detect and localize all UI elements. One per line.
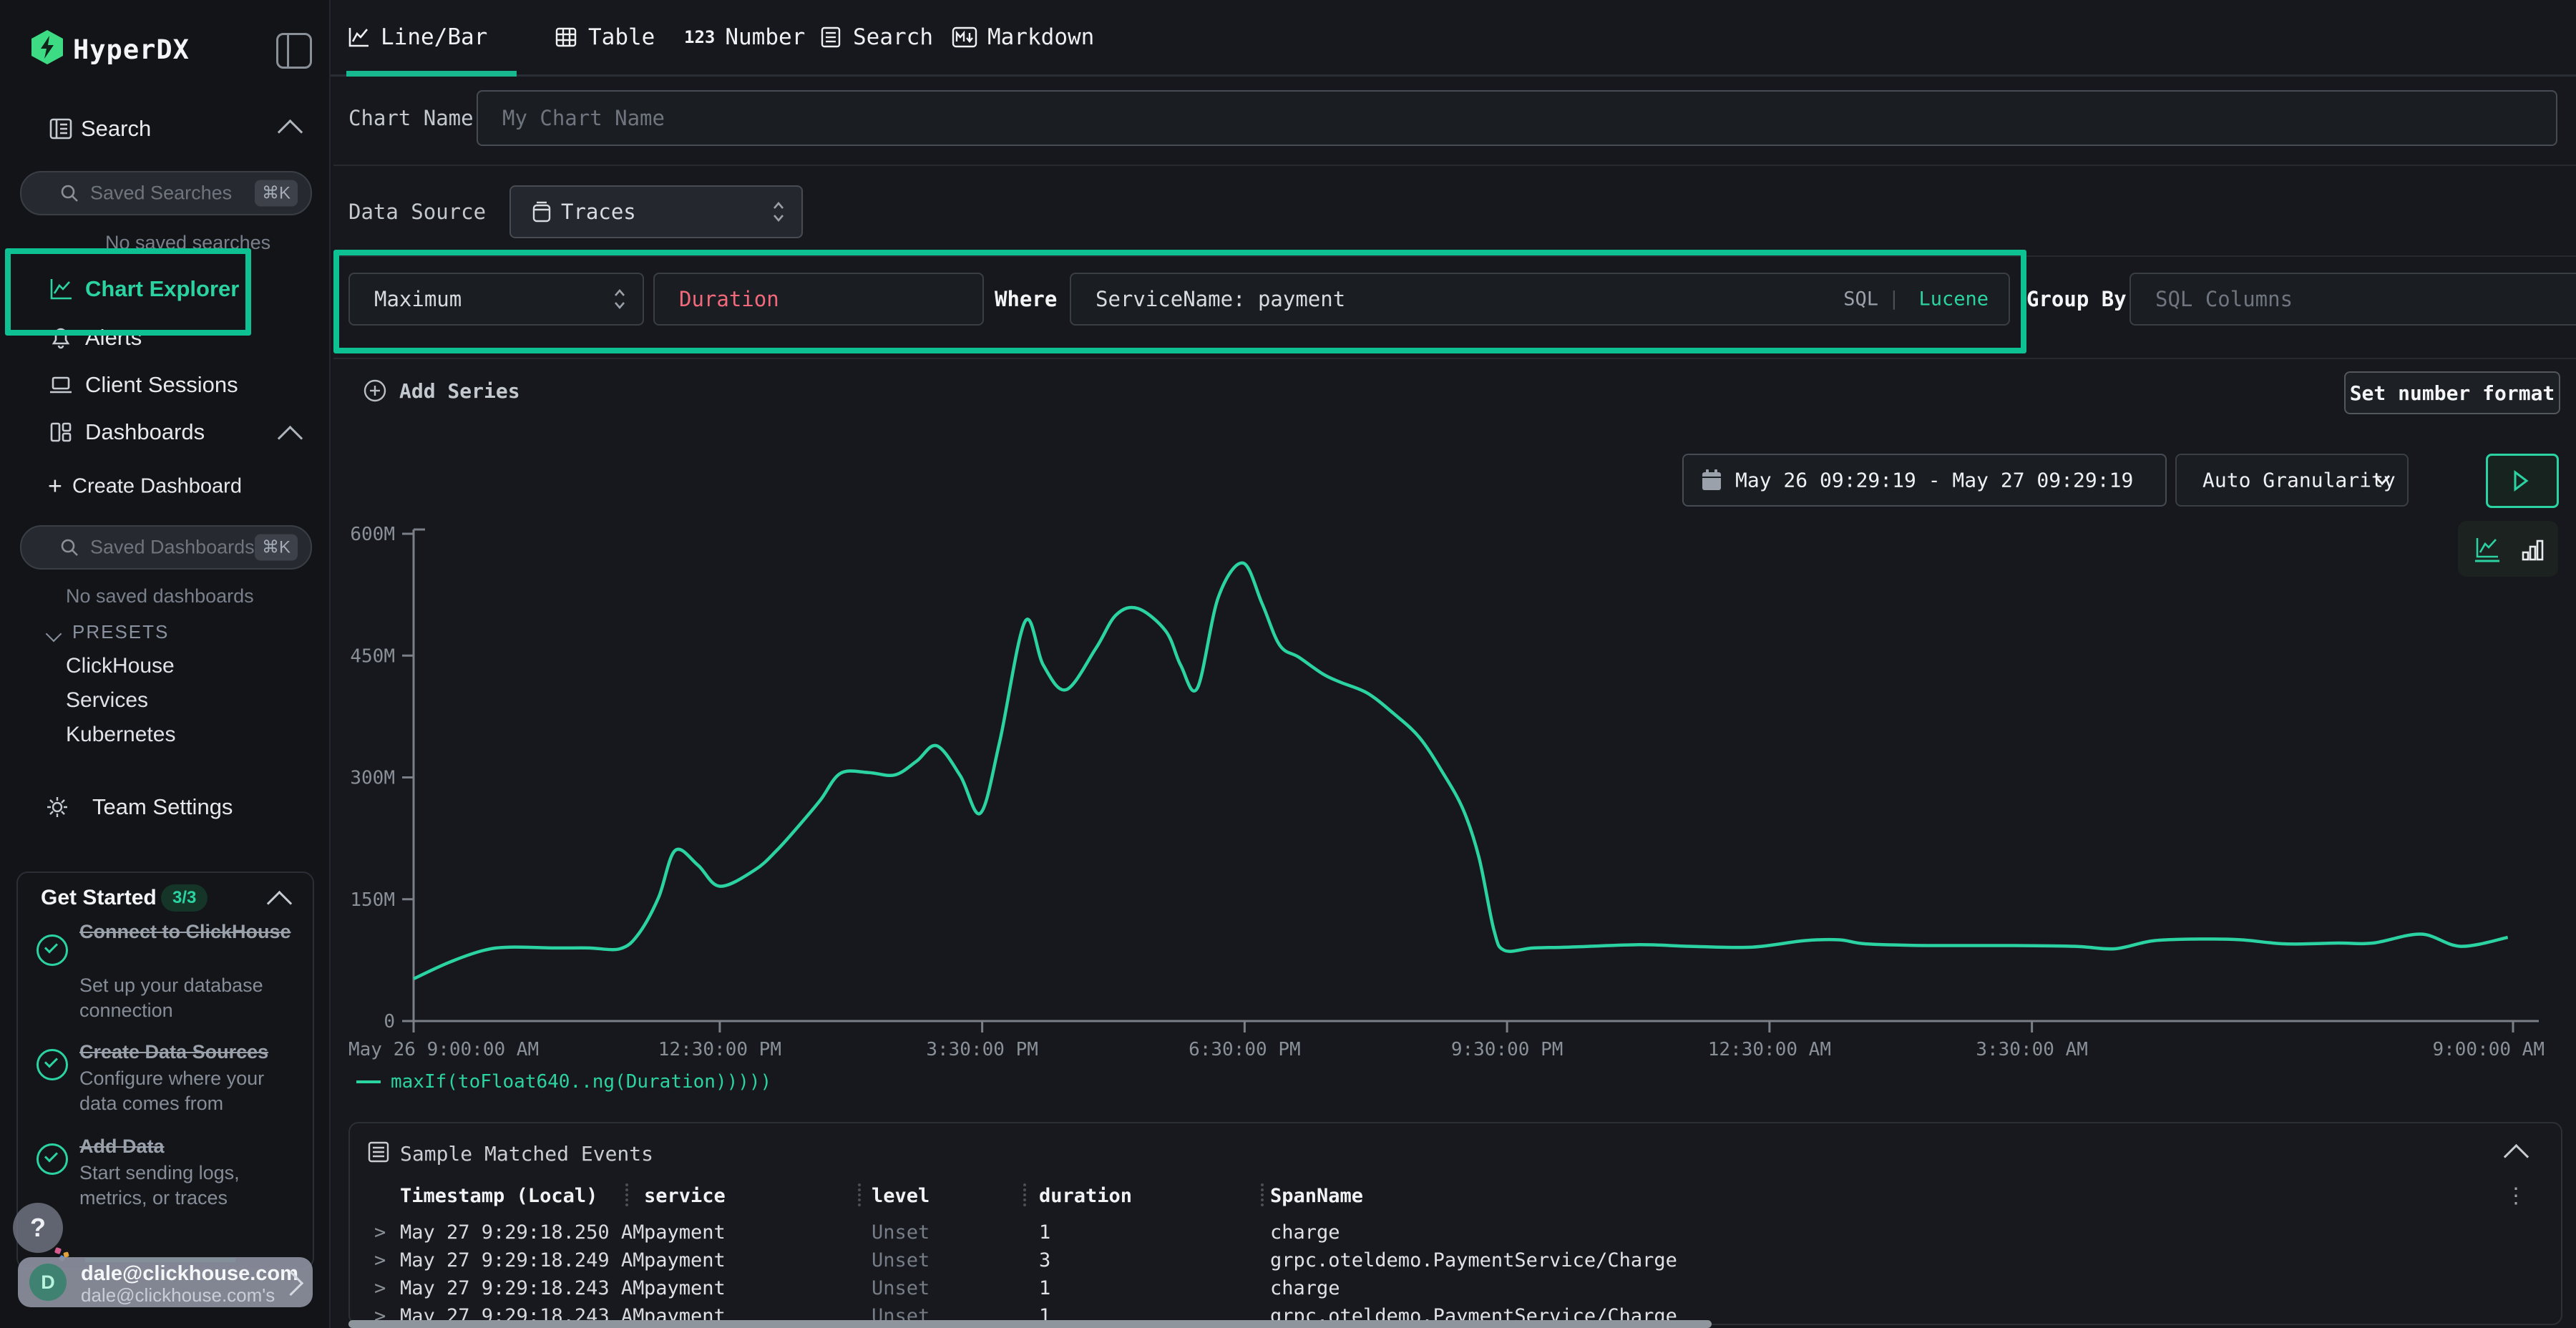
cell-spanname: grpc.oteldemo.PaymentService/Charge <box>1270 1249 1677 1271</box>
list-icon <box>367 1141 390 1163</box>
check-circle-icon <box>36 934 68 966</box>
help-button[interactable]: ? <box>13 1203 63 1253</box>
svg-text:0: 0 <box>384 1011 395 1032</box>
confetti-icon <box>54 1247 62 1254</box>
svg-text:3:30:00 PM: 3:30:00 PM <box>926 1039 1038 1060</box>
svg-text:6:30:00 PM: 6:30:00 PM <box>1189 1039 1301 1060</box>
chevron-up-icon[interactable] <box>267 891 292 916</box>
get-started-panel: Get Started 3/3 Connect to ClickHouse Se… <box>16 872 314 1269</box>
cell-spanname: charge <box>1270 1221 1340 1244</box>
app-title: HyperDX <box>73 34 190 65</box>
kbd-shortcut: ⌘K <box>255 180 298 207</box>
preset-clickhouse[interactable]: ClickHouse <box>66 654 175 678</box>
col-level[interactable]: level <box>872 1185 930 1207</box>
col-spanname[interactable]: SpanName <box>1270 1185 1363 1207</box>
sidebar-collapse-icon[interactable] <box>276 33 312 69</box>
svg-text:9:30:00 PM: 9:30:00 PM <box>1451 1039 1563 1060</box>
chevron-down-icon <box>46 626 62 643</box>
cell-duration: 1 <box>1039 1221 1050 1244</box>
search-icon <box>59 537 80 558</box>
presets-header[interactable]: PRESETS <box>49 621 169 643</box>
svg-text:3:30:00 AM: 3:30:00 AM <box>1976 1039 2088 1060</box>
line-chart[interactable]: 0 150M 300M 450M 600M May 26 9:00:00 AM 12:30:… <box>331 0 2576 1088</box>
col-timestamp[interactable]: Timestamp (Local) <box>400 1185 597 1207</box>
search-section-icon <box>48 116 74 142</box>
column-resize-handle[interactable] <box>858 1183 861 1206</box>
cell-level: Unset <box>872 1277 930 1299</box>
legend-series-name: maxIf(toFloat640..ng(Duration))))) <box>391 1071 771 1093</box>
svg-text:9:00:00 AM: 9:00:00 AM <box>2432 1039 2545 1060</box>
svg-text:450M: 450M <box>350 645 395 667</box>
user-chip[interactable]: D dale@clickhouse.com dale@clickhouse.co… <box>18 1257 313 1307</box>
sidebar-section-search[interactable]: Search <box>0 106 329 152</box>
row-expand-chevron[interactable]: > <box>374 1277 386 1299</box>
legend-line-swatch <box>356 1080 381 1083</box>
cell-timestamp: May 27 9:29:18.249 AM <box>400 1249 644 1271</box>
preset-services[interactable]: Services <box>66 688 148 713</box>
user-email: dale@clickhouse.com <box>81 1262 298 1286</box>
kebab-menu-icon[interactable]: ⋮ <box>2505 1183 2527 1209</box>
get-started-badge: 3/3 <box>161 884 208 912</box>
cell-service: payment <box>644 1249 726 1271</box>
get-started-item[interactable]: Add Data Start sending logs, metrics, or… <box>18 1133 313 1225</box>
sidebar: HyperDX Search Saved Searches ⌘K No save… <box>0 0 331 1328</box>
svg-text:12:30:00 AM: 12:30:00 AM <box>1708 1039 1831 1060</box>
svg-text:600M: 600M <box>350 524 395 545</box>
horizontal-scrollbar[interactable] <box>348 1320 1712 1328</box>
sample-matched-events-panel: Sample Matched Events Timestamp (Local) … <box>348 1122 2562 1325</box>
svg-text:300M: 300M <box>350 768 395 789</box>
sidebar-item-team-settings[interactable]: Team Settings <box>0 786 329 829</box>
row-expand-chevron[interactable]: > <box>374 1221 386 1244</box>
kbd-shortcut: ⌘K <box>255 534 298 561</box>
gear-icon <box>44 794 70 820</box>
chevron-up-icon <box>278 426 303 451</box>
column-resize-handle[interactable] <box>625 1183 628 1206</box>
saved-searches-input[interactable]: Saved Searches ⌘K <box>20 171 312 215</box>
user-subtitle: dale@clickhouse.com's <box>81 1284 275 1307</box>
cell-spanname: charge <box>1270 1277 1340 1299</box>
cell-service: payment <box>644 1277 726 1299</box>
events-title: Sample Matched Events <box>400 1142 653 1166</box>
column-resize-handle[interactable] <box>1261 1183 1264 1206</box>
cell-timestamp: May 27 9:29:18.243 AM <box>400 1277 644 1299</box>
row-expand-chevron[interactable]: > <box>374 1249 386 1271</box>
svg-text:12:30:00 PM: 12:30:00 PM <box>658 1039 781 1060</box>
get-started-item[interactable]: Connect to ClickHouse Set up your databa… <box>18 919 313 1039</box>
collapse-events-icon[interactable] <box>2504 1144 2529 1169</box>
hyperdx-logo-icon <box>31 30 63 64</box>
create-dashboard-button[interactable]: + Create Dashboard <box>0 467 329 507</box>
cell-duration: 3 <box>1039 1249 1050 1271</box>
main-content: Line/Bar Table 123 Number Search <box>331 0 2576 1328</box>
saved-dashboards-input[interactable]: Saved Dashboards ⌘K <box>20 525 312 570</box>
get-started-title: Get Started <box>41 886 157 910</box>
search-icon <box>59 182 80 204</box>
svg-text:May 26 9:00:00 AM: May 26 9:00:00 AM <box>348 1039 539 1060</box>
svg-text:150M: 150M <box>350 889 395 911</box>
col-duration[interactable]: duration <box>1039 1185 1132 1207</box>
check-circle-icon <box>36 1049 68 1080</box>
check-circle-icon <box>36 1143 68 1175</box>
col-service[interactable]: service <box>644 1185 726 1207</box>
sidebar-item-client-sessions[interactable]: Client Sessions <box>0 363 329 406</box>
annotation-box-series-row <box>333 250 2026 353</box>
cell-timestamp: May 27 9:29:18.250 AM <box>400 1221 644 1244</box>
chart-legend: maxIf(toFloat640..ng(Duration))))) <box>356 1071 771 1093</box>
no-saved-dashboards-text: No saved dashboards <box>66 585 254 607</box>
cell-level: Unset <box>872 1249 930 1271</box>
cell-level: Unset <box>872 1221 930 1244</box>
cell-duration: 1 <box>1039 1277 1050 1299</box>
plus-icon: + <box>48 473 62 501</box>
get-started-item[interactable]: Create Data Sources Configure where your… <box>18 1039 313 1131</box>
chevron-up-icon <box>278 119 303 145</box>
sidebar-item-dashboards[interactable]: Dashboards <box>0 411 329 454</box>
laptop-icon <box>48 372 74 398</box>
hyperdx-app: HyperDX Search Saved Searches ⌘K No save… <box>0 0 2576 1328</box>
avatar: D <box>29 1264 67 1301</box>
column-resize-handle[interactable] <box>1023 1183 1026 1206</box>
cell-service: payment <box>644 1221 726 1244</box>
preset-kubernetes[interactable]: Kubernetes <box>66 723 175 747</box>
dashboards-icon <box>48 419 74 445</box>
annotation-box-chart-explorer <box>5 248 251 336</box>
